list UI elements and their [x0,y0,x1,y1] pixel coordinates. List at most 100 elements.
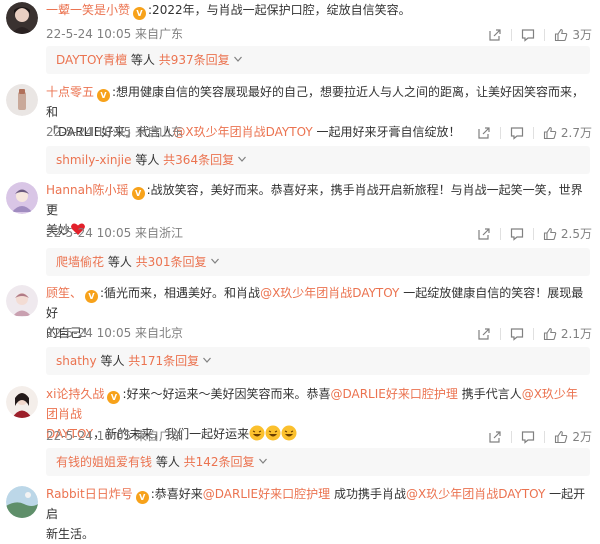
laughing-face-icon [249,425,265,441]
like-icon[interactable] [554,430,568,444]
reply-summary[interactable]: 爬墙偷花 等人 共301条回复 [46,248,590,276]
reply-summary[interactable]: shmily-xinjie 等人 共364条回复 [46,146,590,174]
reply-username[interactable]: 有钱的姐姐爱有钱 [56,455,152,469]
avatar[interactable] [6,386,38,418]
avatar[interactable] [6,182,38,214]
comment-text: 一颦一笑是小赞 V:2022年，与肖战一起保护口腔，绽放自信笑容。 [46,0,586,20]
reply-mid: 等人 [104,255,136,269]
comment-icon[interactable] [510,327,524,341]
like-icon[interactable] [543,327,557,341]
chevron-down-icon [203,356,212,364]
vip-badge-icon: V [107,391,121,404]
chevron-down-icon [238,155,247,163]
reply-summary[interactable]: shathy 等人 共171条回复 [46,347,590,375]
vip-badge-icon: V [97,89,111,102]
divider [544,430,546,443]
mention-link[interactable]: @X玖少年团肖战DAYTOY [260,286,399,300]
comment-content: :想用健康自信的笑容展现最好的自己，想要拉近人与人之间的距离，让美好因笑容而来，… [46,85,585,119]
avatar[interactable] [6,2,38,34]
reply-mid: 等人 [127,53,159,67]
reply-username[interactable]: shmily-xinjie [56,153,132,167]
avatar[interactable] [6,486,38,518]
comment-username[interactable]: Hannah陈小瑶 [46,183,129,197]
mention-link[interactable]: @DARLIE好来口腔护理 [330,387,457,401]
chevron-down-icon [210,257,219,265]
like-count: 2万 [572,429,592,444]
comment-content: :好来～好运来～美好因笑容而来。恭喜 [122,387,331,401]
share-icon[interactable] [488,28,502,42]
laughing-face-icon [281,425,297,441]
chevron-down-icon [233,55,242,63]
comment-meta: 22-5-24 10:05 来自浙江 [46,226,184,240]
comment-meta: 22-5-24 10:05 来自北京 [46,326,184,340]
reply-count-link[interactable]: 共364条回复 [163,153,234,167]
reply-summary[interactable]: DAYTOY青檀 等人 共937条回复 [46,46,590,74]
share-icon[interactable] [477,327,491,341]
reply-count-link[interactable]: 共142条回复 [184,455,255,469]
like-count: 3万 [572,27,592,42]
comment-username[interactable]: Rabbit日日炸号 [46,487,133,501]
divider [532,126,534,139]
divider [532,327,534,340]
comment-actions: 2.5万 [477,225,592,242]
comment-meta: 22-5-24 10:05 来自山东 [46,125,184,139]
reply-mid: 等人 [96,354,129,368]
reply-mid: 等人 [152,455,184,469]
comment-content: 成功携手肖战 [330,487,406,501]
comment-meta: 22-5-24 10:05 来自广东 [46,27,184,41]
like-count: 2.1万 [560,326,592,341]
comment-content: :恭喜好来 [150,487,203,501]
mention-link[interactable]: @X玖少年团肖战DAYTOY [406,487,545,501]
avatar[interactable] [6,84,38,116]
vip-badge-icon: V [85,290,99,303]
like-count: 2.7万 [560,125,592,140]
laughing-face-icon [265,425,281,441]
comment-username[interactable]: xi论持久战 [46,387,104,401]
reply-count-link[interactable]: 共301条回复 [136,255,207,269]
reply-mid: 等人 [131,153,164,167]
vip-badge-icon: V [135,491,149,504]
share-icon[interactable] [488,430,502,444]
comment-username[interactable]: 顾笙、 [46,286,82,300]
comment-actions: 3万 [488,26,592,43]
reply-username[interactable]: 爬墙偷花 [56,255,104,269]
comment-actions: 2万 [488,428,592,445]
reply-summary[interactable]: 有钱的姐姐爱有钱 等人 共142条回复 [46,448,590,476]
share-icon[interactable] [477,126,491,140]
comment-meta: 22-5-24 10:05 来自广东 [46,429,184,443]
comment-content: 携手代言人 [457,387,522,401]
like-icon[interactable] [554,28,568,42]
reply-username[interactable]: shathy [56,354,97,368]
divider [499,126,501,139]
comment-icon[interactable] [521,28,535,42]
comment-text: Rabbit日日炸号 V:恭喜好来@DARLIE好来口腔护理 成功携手肖战@X玖少… [46,484,586,544]
avatar[interactable] [6,285,38,317]
comment-content: 一起用好来牙膏自信绽放！ [312,125,461,139]
divider [544,28,546,41]
reply-username[interactable]: DAYTOY青檀 [56,53,127,67]
chevron-down-icon [258,457,267,465]
mention-link[interactable]: @DARLIE好来口腔护理 [203,487,330,501]
mention-link[interactable]: @X玖少年团肖战DAYTOY [173,125,312,139]
comment-username[interactable]: 十点零五 [46,85,94,99]
reply-count-link[interactable]: 共937条回复 [159,53,230,67]
like-icon[interactable] [543,227,557,241]
comment-actions: 2.1万 [477,325,592,342]
comment-content: 新生活。 [46,527,95,541]
vip-badge-icon: V [133,7,147,20]
comment-content: :循光而来，相遇美好。和肖战 [100,286,261,300]
like-icon[interactable] [543,126,557,140]
reply-count-link[interactable]: 共171条回复 [128,354,199,368]
divider [511,430,513,443]
like-count: 2.5万 [560,226,592,241]
share-icon[interactable] [477,227,491,241]
divider [499,327,501,340]
comment-username[interactable]: 一颦一笑是小赞 [46,3,130,17]
comment-icon[interactable] [510,227,524,241]
comment-icon[interactable] [510,126,524,140]
divider [532,227,534,240]
divider [499,227,501,240]
comment-icon[interactable] [521,430,535,444]
divider [511,28,513,41]
vip-badge-icon: V [131,187,145,200]
